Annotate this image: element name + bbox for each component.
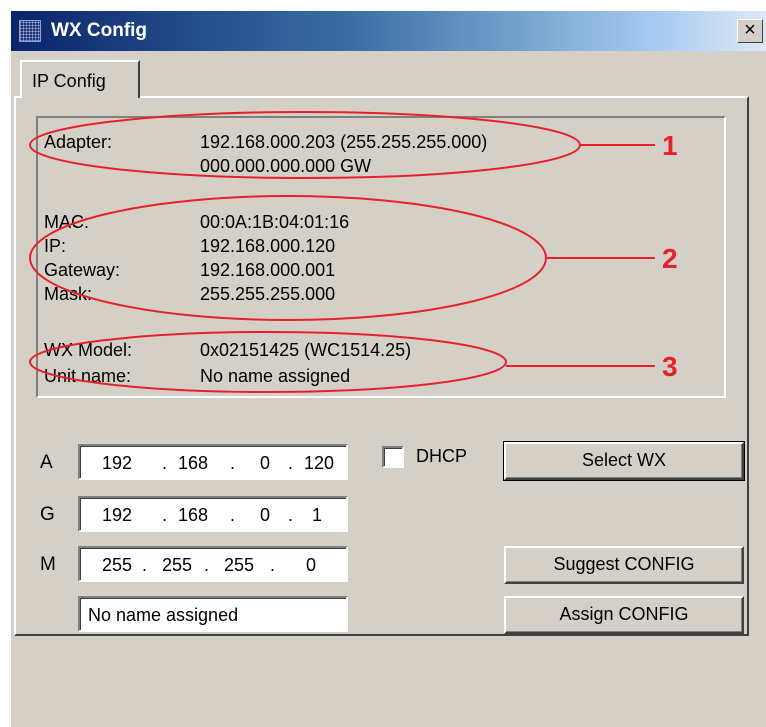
gateway-dot-2: . <box>230 505 236 525</box>
mask-ip-input[interactable]: 255 . 255 . 255 . 0 <box>78 546 348 582</box>
gateway-octet-2[interactable]: 168 <box>178 505 208 526</box>
mask-letter: M <box>40 554 56 575</box>
annotation-ellipse-2 <box>29 195 547 321</box>
mask-dot-1: . <box>142 555 148 575</box>
mask-dot-2: . <box>204 555 210 575</box>
assign-config-button[interactable]: Assign CONFIG <box>504 596 744 634</box>
address-octet-2[interactable]: 168 <box>178 453 208 474</box>
tab-ip-config-label: IP Config <box>32 71 106 91</box>
mask-octet-3[interactable]: 255 <box>224 555 254 576</box>
annotation-number-1: 1 <box>662 130 678 161</box>
annotation-ellipse-1 <box>29 111 581 179</box>
mask-octet-4[interactable]: 0 <box>306 555 316 576</box>
mask-octet-1[interactable]: 255 <box>102 555 132 576</box>
address-ip-input[interactable]: 192 . 168 . 0 . 120 <box>78 444 348 480</box>
gateway-octet-3[interactable]: 0 <box>260 505 270 526</box>
annotation-number-2: 2 <box>662 243 678 274</box>
annotation-number-3: 3 <box>662 351 678 382</box>
select-wx-button[interactable]: Select WX <box>503 441 745 481</box>
gateway-dot-1: . <box>162 505 168 525</box>
unit-name-input[interactable]: No name assigned <box>78 596 348 632</box>
gateway-letter: G <box>40 504 55 525</box>
dhcp-label[interactable]: DHCP <box>416 446 467 467</box>
gateway-ip-input[interactable]: 192 . 168 . 0 . 1 <box>78 496 348 532</box>
address-octet-1[interactable]: 192 <box>102 453 132 474</box>
address-octet-4[interactable]: 120 <box>304 453 334 474</box>
address-dot-1: . <box>162 453 168 473</box>
dhcp-checkbox[interactable] <box>382 446 404 468</box>
gateway-dot-3: . <box>288 505 294 525</box>
address-dot-3: . <box>288 453 294 473</box>
suggest-config-button[interactable]: Suggest CONFIG <box>504 546 744 584</box>
unit-name-input-value: No name assigned <box>88 605 239 625</box>
gateway-octet-1[interactable]: 192 <box>102 505 132 526</box>
address-dot-2: . <box>230 453 236 473</box>
address-letter: A <box>40 452 53 473</box>
mask-octet-2[interactable]: 255 <box>162 555 192 576</box>
gateway-octet-4[interactable]: 1 <box>312 505 322 526</box>
tab-ip-config[interactable]: IP Config <box>20 60 140 98</box>
address-octet-3[interactable]: 0 <box>260 453 270 474</box>
annotation-ellipse-3 <box>29 331 507 393</box>
mask-dot-3: . <box>270 555 276 575</box>
